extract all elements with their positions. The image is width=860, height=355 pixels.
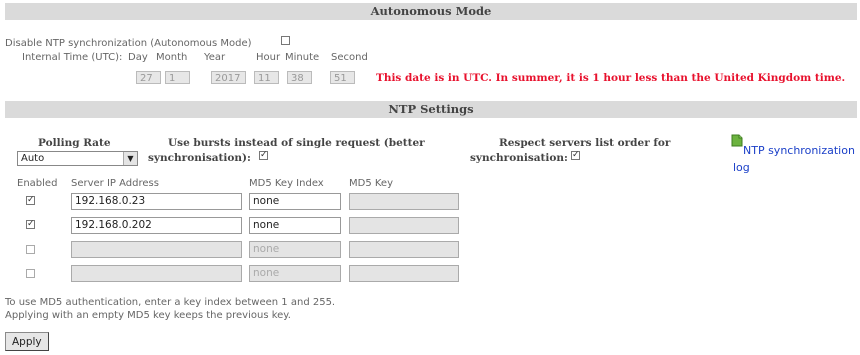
server-2-key-index-field[interactable]: none [249, 217, 341, 234]
respect-order-label-line1: Respect servers list order for [499, 137, 671, 149]
column-server-ip: Server IP Address [71, 178, 159, 189]
bursts-label-line1: Use bursts instead of single request (be… [168, 137, 425, 149]
time-header-day: Day [128, 52, 148, 63]
bursts-checkbox[interactable]: ✓ [259, 151, 268, 160]
server-1-ip-field[interactable]: 192.168.0.23 [71, 193, 242, 210]
server-1-key-index-field[interactable]: none [249, 193, 341, 210]
month-field[interactable]: 1 [165, 71, 190, 84]
md5-note-line2: Applying with an empty MD5 key keeps the… [5, 310, 291, 321]
year-field[interactable]: 2017 [211, 71, 246, 84]
server-4-key-index-field[interactable]: none [249, 265, 341, 282]
disable-ntp-checkbox[interactable] [281, 36, 290, 45]
time-header-year: Year [204, 52, 226, 63]
server-3-ip-field[interactable] [71, 241, 242, 258]
utc-notice: This date is in UTC. In summer, it is 1 … [376, 72, 846, 84]
server-2-ip-field[interactable]: 192.168.0.202 [71, 217, 242, 234]
time-header-hour: Hour [256, 52, 281, 63]
day-field[interactable]: 27 [136, 71, 161, 84]
minute-field[interactable]: 38 [287, 71, 312, 84]
time-header-month: Month [156, 52, 188, 63]
respect-order-checkbox[interactable]: ✓ [571, 151, 580, 160]
second-field[interactable]: 51 [330, 71, 355, 84]
polling-rate-label: Polling Rate [38, 137, 111, 149]
server-1-enabled-checkbox[interactable]: ✓ [26, 196, 35, 205]
autonomous-mode-header: Autonomous Mode [5, 3, 857, 20]
server-4-enabled-checkbox[interactable] [26, 269, 35, 278]
internal-time-label: Internal Time (UTC): [22, 52, 123, 63]
column-md5-key: MD5 Key [349, 178, 393, 189]
server-4-ip-field[interactable] [71, 265, 242, 282]
respect-order-label-line2: synchronisation: [470, 152, 568, 164]
column-enabled: Enabled [17, 178, 58, 189]
hour-field[interactable]: 11 [254, 71, 279, 84]
polling-rate-select[interactable]: Auto ▼ [17, 151, 138, 166]
bursts-label-line2: synchronisation): [148, 152, 251, 164]
ntp-log-link[interactable]: NTP synchronization [743, 144, 855, 157]
server-3-enabled-checkbox[interactable] [26, 245, 35, 254]
document-icon [731, 134, 743, 147]
server-1-key-field[interactable] [349, 193, 459, 210]
ntp-settings-header: NTP Settings [5, 101, 857, 118]
apply-button[interactable]: Apply [5, 332, 49, 351]
server-2-key-field[interactable] [349, 217, 459, 234]
disable-ntp-label: Disable NTP synchronization (Autonomous … [5, 38, 252, 49]
chevron-down-icon[interactable]: ▼ [123, 152, 137, 165]
column-md5-key-index: MD5 Key Index [249, 178, 324, 189]
time-header-second: Second [331, 52, 368, 63]
md5-note-line1: To use MD5 authentication, enter a key i… [5, 297, 336, 308]
polling-rate-value: Auto [21, 153, 45, 164]
server-2-enabled-checkbox[interactable]: ✓ [26, 220, 35, 229]
ntp-log-link-line2[interactable]: log [733, 161, 750, 174]
server-3-key-index-field[interactable]: none [249, 241, 341, 258]
time-header-minute: Minute [285, 52, 320, 63]
server-3-key-field[interactable] [349, 241, 459, 258]
server-4-key-field[interactable] [349, 265, 459, 282]
